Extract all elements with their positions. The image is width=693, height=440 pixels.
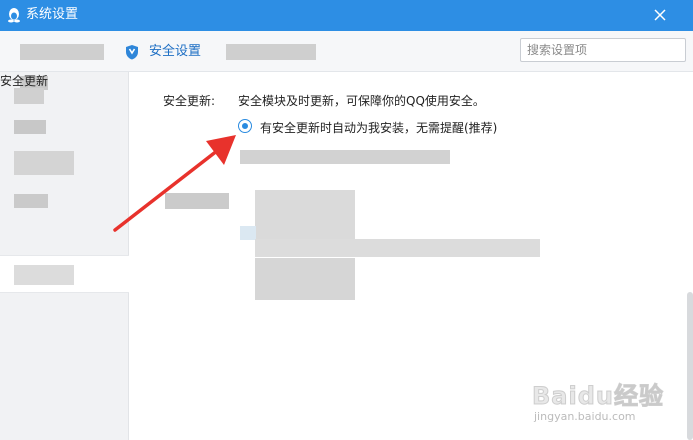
title-bar: 系统设置	[0, 0, 693, 31]
blurred-sidebar-item[interactable]	[14, 151, 74, 175]
blurred-tab[interactable]	[226, 44, 316, 60]
window-title: 系统设置	[26, 7, 79, 22]
blurred-sidebar-item[interactable]	[14, 88, 44, 104]
baidu-watermark: Baidu经验 jingyan.baidu.com	[532, 374, 682, 432]
blurred-option-block[interactable]	[255, 258, 355, 300]
close-icon[interactable]	[652, 7, 668, 23]
watermark-url: jingyan.baidu.com	[534, 410, 636, 423]
security-update-label: 安全更新:	[163, 94, 216, 108]
blurred-option-row[interactable]	[255, 239, 540, 257]
blurred-tab[interactable]	[20, 44, 104, 60]
auto-install-radio-label[interactable]: 有安全更新时自动为我安装，无需提醒(推荐)	[260, 119, 497, 136]
qq-penguin-icon	[8, 8, 20, 23]
security-update-description: 安全模块及时更新，可保障你的QQ使用安全。	[238, 94, 485, 108]
sidebar-item-security-update[interactable]: 安全更新	[0, 72, 48, 89]
tab-label: 安全设置	[149, 44, 202, 59]
vertical-scrollbar[interactable]	[687, 292, 693, 440]
watermark-brand: Baidu经验	[532, 382, 664, 411]
blurred-sidebar-item[interactable]	[14, 194, 48, 208]
settings-search-box[interactable]	[520, 38, 686, 62]
blurred-sidebar-item[interactable]	[14, 120, 46, 134]
search-input[interactable]	[527, 42, 677, 58]
blurred-option-row[interactable]	[240, 150, 450, 164]
blurred-option-block[interactable]	[255, 190, 355, 242]
shield-icon	[126, 45, 138, 60]
blurred-sidebar-item	[14, 265, 74, 285]
red-pointer-arrow	[113, 135, 236, 232]
